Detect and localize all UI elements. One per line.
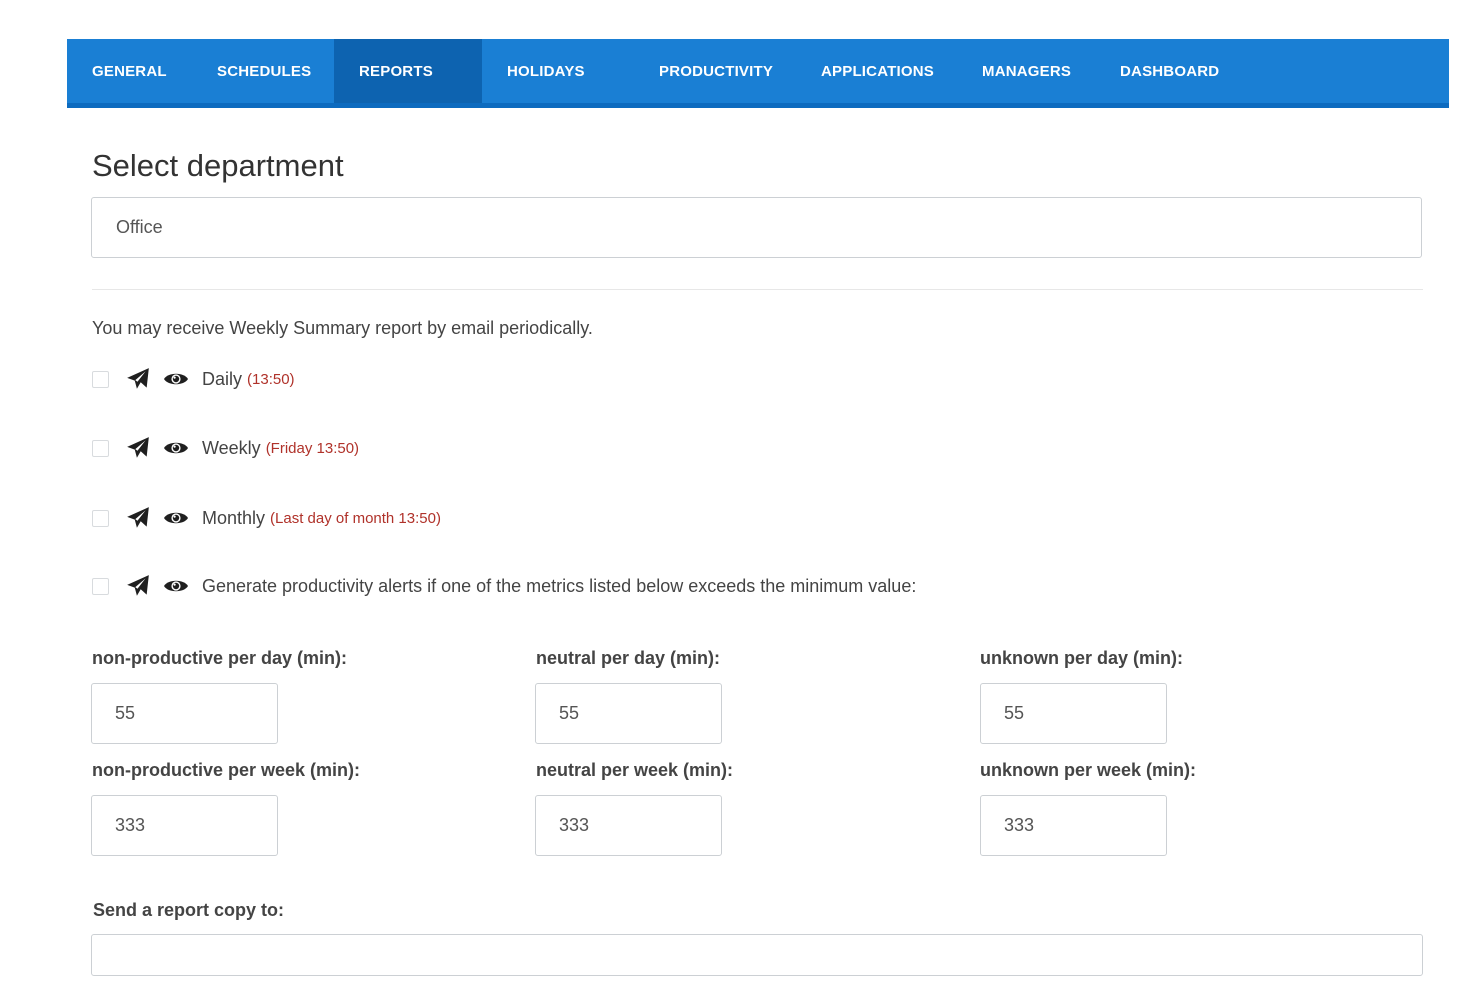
tab-schedules[interactable]: SCHEDULES xyxy=(192,39,334,103)
send-icon[interactable] xyxy=(125,505,151,531)
send-icon[interactable] xyxy=(125,573,151,599)
unknown-week-label: unknown per week (min): xyxy=(980,760,1197,780)
tab-dashboard[interactable]: DASHBOARD xyxy=(1095,39,1240,103)
eye-icon[interactable] xyxy=(163,438,189,458)
tab-managers[interactable]: MANAGERS xyxy=(957,39,1095,103)
tab-general[interactable]: GENERAL xyxy=(67,39,192,103)
weekly-label: Weekly xyxy=(202,437,261,458)
report-option-weekly: Weekly (Friday 13:50) xyxy=(92,435,359,461)
unknown-day-label: unknown per day (min): xyxy=(980,648,1184,668)
monthly-checkbox[interactable] xyxy=(92,509,109,527)
neutral-day-label: neutral per day (min): xyxy=(536,648,721,668)
neutral-week-label: neutral per week (min): xyxy=(536,760,734,780)
non-productive-day-input[interactable]: 55 xyxy=(91,683,278,744)
tab-reports[interactable]: REPORTS xyxy=(334,39,482,103)
tab-applications[interactable]: APPLICATIONS xyxy=(796,39,957,103)
weekly-checkbox[interactable] xyxy=(92,439,109,457)
eye-icon[interactable] xyxy=(163,576,189,596)
section-divider xyxy=(92,289,1423,290)
monthly-label: Monthly xyxy=(202,507,266,528)
send-icon[interactable] xyxy=(125,435,151,461)
report-copy-label: Send a report copy to: xyxy=(93,900,285,920)
department-title: Select department xyxy=(92,148,344,183)
send-icon[interactable] xyxy=(125,366,151,392)
non-productive-week-input[interactable]: 333 xyxy=(91,795,278,856)
neutral-week-input[interactable]: 333 xyxy=(535,795,722,856)
report-option-alerts: Generate productivity alerts if one of t… xyxy=(92,573,916,599)
tab-productivity[interactable]: PRODUCTIVITY xyxy=(634,39,796,103)
alerts-checkbox[interactable] xyxy=(92,577,109,595)
tab-holidays[interactable]: HOLIDAYS xyxy=(482,39,634,103)
alerts-label: Generate productivity alerts if one of t… xyxy=(202,575,917,596)
monthly-schedule: (Last day of month 13:50) xyxy=(270,509,441,527)
eye-icon[interactable] xyxy=(163,369,189,389)
reports-intro-text: You may receive Weekly Summary report by… xyxy=(92,318,593,338)
unknown-week-value: 333 xyxy=(1004,815,1035,835)
daily-label: Daily xyxy=(202,368,243,389)
non-productive-week-value: 333 xyxy=(115,815,146,835)
daily-checkbox[interactable] xyxy=(92,370,109,388)
department-select-value: Office xyxy=(116,217,163,237)
unknown-day-input[interactable]: 55 xyxy=(980,683,1167,744)
report-option-daily: Daily (13:50) xyxy=(92,366,295,392)
report-copy-email-input[interactable] xyxy=(91,934,1423,976)
unknown-day-value: 55 xyxy=(1004,703,1025,723)
eye-icon[interactable] xyxy=(163,508,189,528)
neutral-week-value: 333 xyxy=(559,815,590,835)
non-productive-day-label: non-productive per day (min): xyxy=(92,648,348,668)
department-select[interactable]: Office xyxy=(91,197,1422,258)
unknown-week-input[interactable]: 333 xyxy=(980,795,1167,856)
daily-schedule: (13:50) xyxy=(247,370,295,388)
weekly-schedule: (Friday 13:50) xyxy=(265,439,360,457)
top-nav-bar: GENERAL SCHEDULES REPORTS HOLIDAYS PRODU… xyxy=(67,39,1449,108)
report-option-monthly: Monthly (Last day of month 13:50) xyxy=(92,505,441,531)
neutral-day-input[interactable]: 55 xyxy=(535,683,722,744)
non-productive-week-label: non-productive per week (min): xyxy=(92,760,361,780)
non-productive-day-value: 55 xyxy=(115,703,136,723)
neutral-day-value: 55 xyxy=(559,703,580,723)
